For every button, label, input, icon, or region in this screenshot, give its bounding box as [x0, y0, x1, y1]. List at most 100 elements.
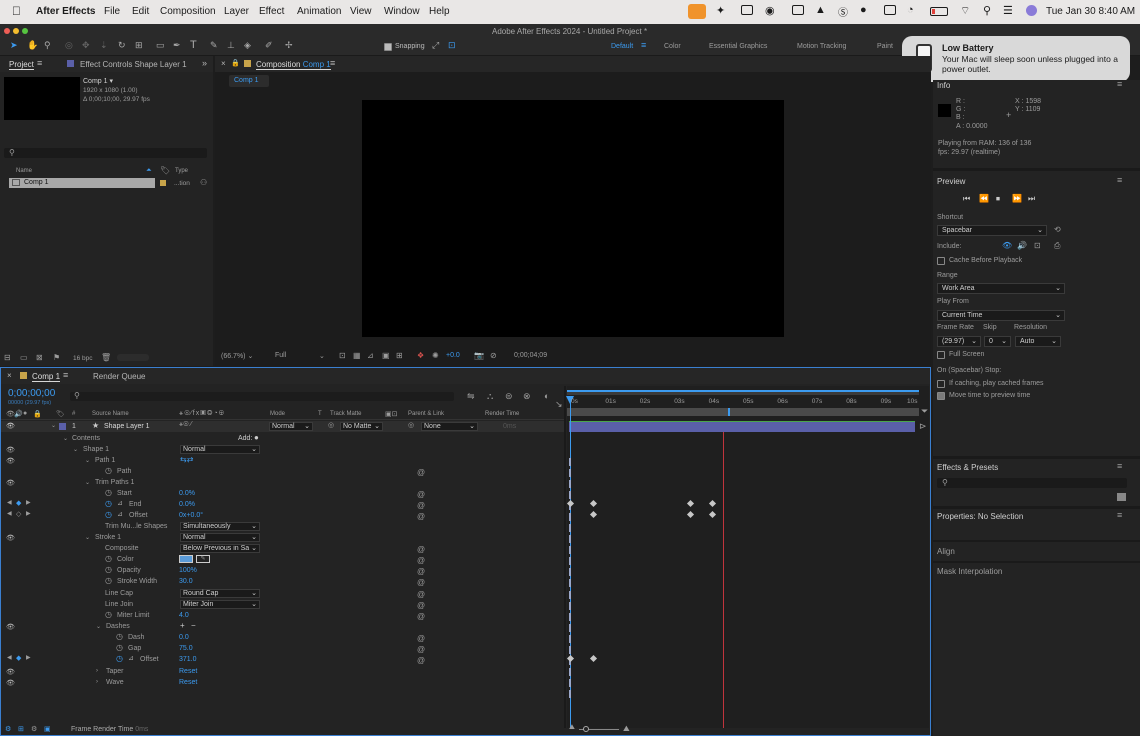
roto-brush-icon[interactable]: ✐ [265, 40, 273, 51]
rotate-tool-icon[interactable]: ↻ [118, 40, 126, 51]
exposure-value[interactable]: +0.0 [446, 352, 460, 359]
remove-dash-icon[interactable]: − [191, 621, 196, 630]
stopwatch-icon[interactable]: ◷ [105, 565, 112, 574]
menu-effect[interactable]: Effect [259, 6, 284, 17]
clone-tool-icon[interactable]: ⊥ [227, 40, 235, 51]
parent-dropdown[interactable]: None ⌄ [421, 422, 478, 431]
selection-tool-icon[interactable]: ➤ [10, 40, 18, 51]
tray-icon-3[interactable] [792, 5, 804, 15]
tray-icon-7[interactable] [884, 5, 896, 15]
track-matte-dropdown[interactable]: No Matte ⌄ [340, 422, 383, 431]
menu-animation[interactable]: Animation [297, 6, 341, 17]
siri-icon[interactable] [1026, 5, 1037, 16]
align-title[interactable]: Align [937, 547, 955, 556]
layer-switches[interactable]: ⚹⊛ ⁄ [179, 421, 192, 429]
time-navigator[interactable] [567, 390, 919, 395]
minimize-window-button[interactable] [13, 28, 19, 34]
color-row[interactable]: ◷ Color ✎ @ [1, 554, 564, 565]
color-swatch[interactable] [179, 555, 193, 563]
keyframe[interactable] [686, 510, 695, 519]
project-menu-icon[interactable]: ≡ [37, 58, 42, 68]
layer-end-icon[interactable]: ⊳ [919, 421, 927, 432]
expand-arrow-icon[interactable]: ⌄ [85, 534, 90, 541]
stopwatch-active-icon[interactable]: ◷ [116, 654, 123, 663]
fullscreen-checkbox[interactable] [937, 351, 945, 359]
expression-pickwhip-icon[interactable]: @ [417, 601, 425, 610]
expression-pickwhip-icon[interactable]: @ [417, 545, 425, 554]
workspace-essential-graphics[interactable]: Essential Graphics [709, 43, 767, 50]
expression-pickwhip-icon[interactable]: @ [417, 490, 425, 499]
comp-name[interactable]: Comp 1 ▾ [83, 77, 113, 85]
column-type[interactable]: Type [175, 168, 188, 174]
workspace-color[interactable]: Color [664, 43, 681, 50]
control-center-icon[interactable]: ☰ [1003, 4, 1013, 17]
composition-canvas[interactable] [362, 100, 784, 337]
low-battery-notification[interactable]: Low Battery Your Mac will sleep soon unl… [902, 36, 1130, 82]
taper-reset[interactable]: Reset [179, 668, 197, 675]
trim-multiple-dropdown[interactable]: Simultaneously ⌄ [180, 522, 260, 531]
graph-editor-icon[interactable]: ↘ [555, 399, 563, 410]
end-value[interactable]: 0.0% [179, 501, 195, 508]
column-t[interactable]: T [318, 411, 322, 417]
keyframe[interactable] [589, 499, 598, 508]
stopwatch-active-icon[interactable]: ◷ [105, 499, 112, 508]
taper-row[interactable]: 👁 › Taper Reset [1, 666, 564, 677]
tab-render-queue[interactable]: Render Queue [93, 372, 145, 381]
shy-layers-icon[interactable]: ⊜ [505, 391, 513, 402]
battery-icon[interactable] [930, 7, 948, 16]
expression-pickwhip-icon[interactable]: @ [417, 645, 425, 654]
apple-icon[interactable]:  [12, 4, 21, 18]
tray-icon-2[interactable]: ◉ [765, 4, 775, 17]
snap-option-icon[interactable]: ⤢ [432, 40, 439, 51]
keyframe[interactable] [708, 499, 717, 508]
dash-offset-value[interactable]: 371.0 [179, 656, 197, 663]
column-track-matte[interactable]: Track Matte [330, 411, 361, 417]
stopwatch-icon[interactable]: ◷ [116, 643, 123, 652]
mask-title[interactable]: Mask Interpolation [937, 567, 1002, 576]
tab-composition-link[interactable]: Comp 1 [303, 60, 331, 69]
project-search-input[interactable]: ⚲ [4, 148, 207, 158]
path1-visibility-icon[interactable]: 👁 [6, 457, 15, 465]
preview-menu-icon[interactable]: ≡ [1117, 175, 1122, 185]
label-switch-icon[interactable]: 🏷 [56, 410, 65, 418]
matte-icons[interactable]: ▣⊡ [385, 410, 397, 418]
column-number[interactable]: # [72, 411, 75, 417]
tray-icon-5[interactable]: Ⓢ [838, 4, 848, 19]
collapse-arrow-icon[interactable]: › [96, 679, 98, 685]
work-area-end-marker[interactable] [728, 408, 730, 416]
next-frame-icon[interactable]: ⏩ [1012, 194, 1022, 203]
hand-tool-icon[interactable]: ✋ [27, 40, 38, 51]
add-keyframe-icon[interactable]: ◆ [16, 654, 21, 662]
render-time-pane-icon[interactable]: ▣ [44, 725, 51, 733]
dash-row[interactable]: ◷ Dash 0.0 @ [1, 632, 564, 643]
menu-window[interactable]: Window [384, 6, 420, 17]
type-tool-icon[interactable]: T [190, 39, 197, 51]
add-keyframe-icon[interactable]: ◆ [16, 499, 21, 507]
menu-view[interactable]: View [350, 6, 372, 17]
timeline-menu-icon[interactable]: ≡ [63, 370, 68, 380]
last-frame-icon[interactable]: ⏭ [1028, 194, 1035, 204]
keyframe[interactable] [708, 510, 717, 519]
shortcut-dropdown[interactable]: Spacebar ⌄ [937, 225, 1047, 236]
next-keyframe-icon[interactable]: ▶ [26, 654, 31, 661]
pen-tool-icon[interactable]: ✒ [173, 40, 181, 51]
new-comp-icon[interactable]: ⊠ [36, 353, 43, 362]
mask-visibility-icon[interactable]: ⊿ [367, 351, 374, 360]
stopwatch-icon[interactable]: ◷ [105, 610, 112, 619]
wave-reset[interactable]: Reset [179, 679, 197, 686]
first-frame-icon[interactable]: ⏮ [963, 194, 970, 204]
workspace-menu-icon[interactable]: ≡ [641, 40, 646, 50]
stopwatch-icon[interactable]: ◷ [116, 632, 123, 641]
miter-limit-row[interactable]: ◷ Miter Limit 4.0 @ [1, 610, 564, 621]
snap-grid-icon[interactable]: ⊡ [448, 40, 456, 51]
reset-icon[interactable]: ⟲ [1054, 225, 1061, 234]
layer-label-color[interactable] [59, 423, 66, 430]
delete-icon[interactable]: 🗑 [101, 353, 111, 362]
stopwatch-icon[interactable]: ◷ [105, 554, 112, 563]
column-source-name[interactable]: Source Name [92, 411, 129, 417]
layer-expand-icon[interactable]: ⌄ [51, 422, 56, 429]
layer-mode-dropdown[interactable]: Normal ⌄ [269, 422, 313, 431]
path-direction-icon[interactable]: ⇆⇄ [180, 455, 193, 464]
stroke1-mode-dropdown[interactable]: Normal ⌄ [180, 533, 260, 542]
path-row[interactable]: ◷ Path @ [1, 466, 564, 477]
